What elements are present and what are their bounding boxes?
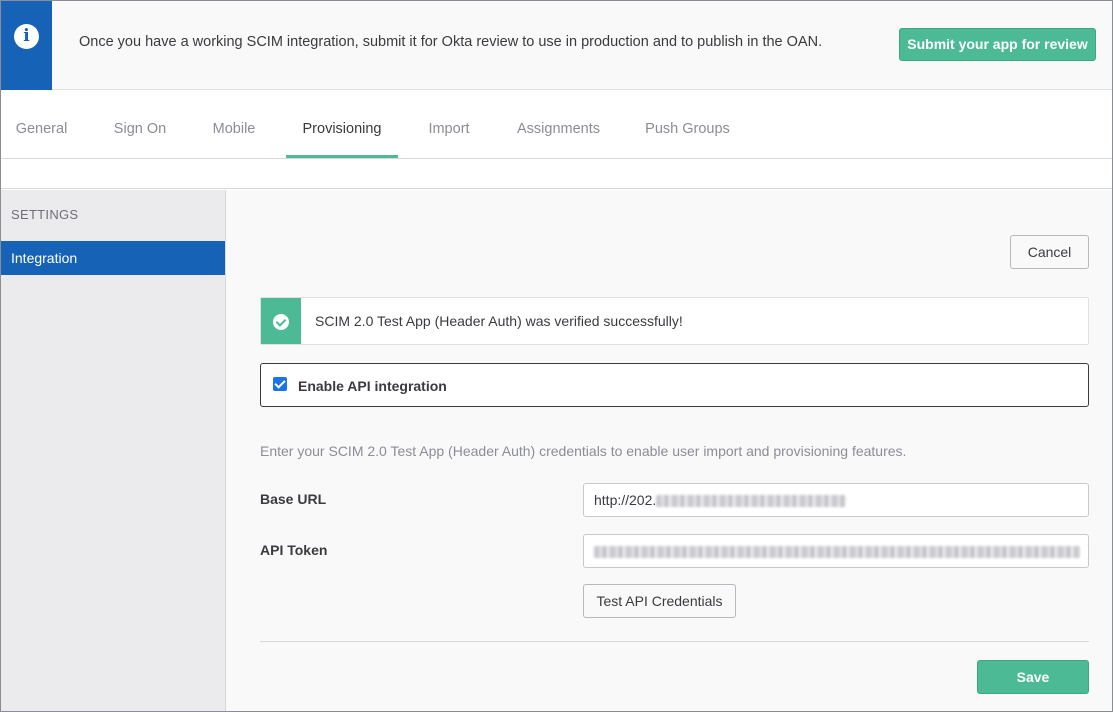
base-url-label: Base URL [260, 491, 327, 507]
tab-content-header [1, 159, 1112, 189]
redacted-blur [594, 546, 1080, 559]
success-message: SCIM 2.0 Test App (Header Auth) was veri… [315, 313, 683, 329]
credentials-help-text: Enter your SCIM 2.0 Test App (Header Aut… [260, 443, 907, 459]
enable-api-integration-row: Enable API integration [260, 363, 1089, 407]
base-url-value: http://202. [594, 492, 657, 508]
settings-sidebar: SETTINGS Integration [1, 190, 226, 711]
integration-panel: Cancel SCIM 2.0 Test App (Header Auth) w… [226, 190, 1112, 711]
base-url-input[interactable]: http://202. [583, 483, 1089, 517]
tab-sign-on[interactable]: Sign On [99, 91, 181, 159]
api-token-input[interactable] [583, 534, 1089, 568]
redacted-blur [656, 495, 847, 508]
api-token-label: API Token [260, 542, 328, 558]
form-divider [260, 641, 1089, 642]
active-tab-indicator [286, 155, 398, 158]
sidebar-heading: SETTINGS [11, 207, 79, 222]
tab-provisioning[interactable]: Provisioning [286, 91, 398, 159]
submit-for-review-button[interactable]: Submit your app for review [899, 28, 1096, 61]
enable-api-integration-checkbox[interactable] [273, 377, 287, 391]
tab-general[interactable]: General [1, 91, 82, 159]
test-api-credentials-button[interactable]: Test API Credentials [583, 584, 736, 618]
cancel-button[interactable]: Cancel [1010, 235, 1089, 269]
sidebar-item-integration[interactable]: Integration [1, 241, 225, 275]
success-alert-side [261, 298, 301, 344]
app-window: i Once you have a working SCIM integrati… [0, 0, 1113, 712]
banner-message: Once you have a working SCIM integration… [79, 34, 823, 50]
tab-import[interactable]: Import [416, 91, 482, 159]
tab-push-groups[interactable]: Push Groups [634, 91, 741, 159]
review-banner: i Once you have a working SCIM integrati… [1, 1, 1112, 90]
tab-assignments[interactable]: Assignments [501, 91, 616, 159]
app-tabs: General Sign On Mobile Provisioning Impo… [1, 91, 1112, 159]
check-circle-icon [273, 314, 289, 330]
save-button[interactable]: Save [977, 660, 1089, 694]
banner-icon-panel: i [1, 1, 52, 90]
success-alert: SCIM 2.0 Test App (Header Auth) was veri… [260, 297, 1089, 345]
enable-api-integration-label[interactable]: Enable API integration [298, 378, 447, 394]
info-icon: i [14, 24, 39, 49]
tab-mobile[interactable]: Mobile [200, 91, 268, 159]
